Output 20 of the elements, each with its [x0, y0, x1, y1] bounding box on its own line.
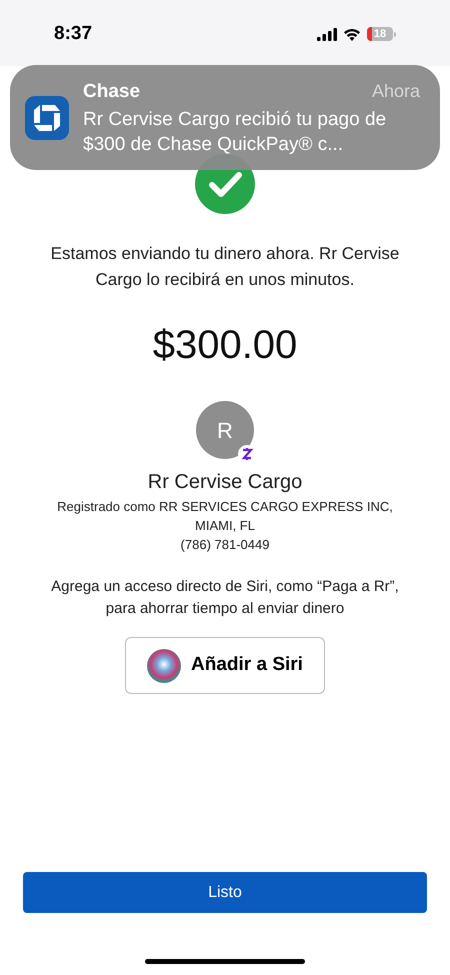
avatar: R	[196, 401, 254, 459]
notification-message: Rr Cervise Cargo recibió tu pago de $300 de Chase QuickPay® c...	[83, 108, 388, 157]
battery-indicator: 18	[367, 27, 396, 41]
siri-icon	[147, 648, 182, 682]
add-to-siri-button[interactable]: Añadir a Siri	[125, 637, 325, 694]
notification-app: Chase	[83, 80, 140, 104]
status-message: Estamos enviando tu dinero ahora. Rr Cervise Cargo lo recibirá en unos minutos.	[50, 243, 400, 291]
siri-hint: Agrega un acceso directo de Siri, como “Paga a Rr”, para ahorrar tiempo al enviar dinero	[50, 577, 400, 619]
wifi-icon	[343, 28, 361, 40]
recipient-name: Rr Cervise Cargo	[148, 470, 302, 495]
recipient-phone: (786) 781-0449	[180, 536, 270, 554]
registered-name: Registrado como RR SERVICES CARGO EXPRESS INC,	[57, 498, 393, 516]
bank-logo-icon	[25, 96, 69, 140]
recipient-location: MIAMI, FL	[195, 517, 255, 535]
payment-amount: $300.00	[152, 322, 298, 369]
signal-icon	[317, 28, 337, 40]
status-time: 8:37	[54, 22, 92, 46]
done-button[interactable]: Listo	[23, 872, 427, 913]
zelle-icon	[238, 445, 256, 463]
notification-time: Ahora	[372, 80, 420, 104]
